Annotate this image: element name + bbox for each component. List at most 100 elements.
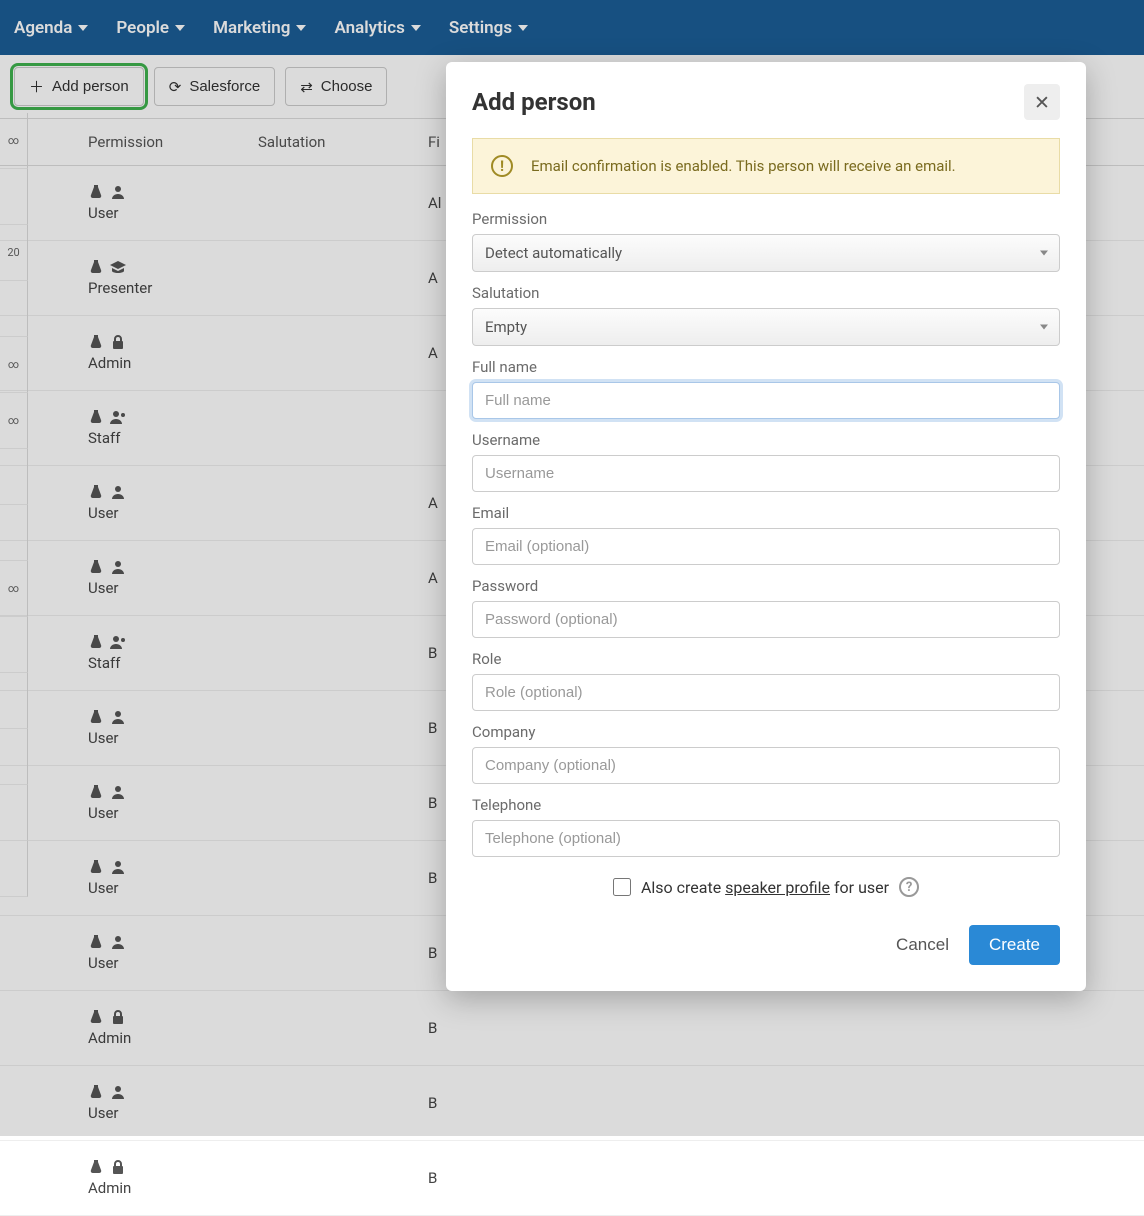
table-row[interactable]: User B — [0, 1066, 1144, 1141]
flask-icon — [88, 784, 104, 804]
salesforce-button[interactable]: ⟳ Salesforce — [154, 67, 275, 106]
permission-select[interactable]: Detect automatically — [472, 234, 1060, 272]
nav-analytics[interactable]: Analytics — [334, 18, 420, 38]
close-icon: ✕ — [1034, 91, 1050, 114]
flask-icon — [88, 184, 104, 204]
warning-icon: ! — [491, 155, 513, 177]
lock-icon — [110, 334, 126, 354]
user-icon — [110, 784, 126, 804]
flask-icon — [88, 1084, 104, 1104]
permission-label: Permission — [472, 210, 1060, 228]
choose-button[interactable]: ⇄ Choose — [285, 67, 387, 106]
close-button[interactable]: ✕ — [1024, 84, 1060, 120]
user-icon — [110, 1084, 126, 1104]
gutter-cell: ∞ — [0, 113, 28, 169]
column-salutation[interactable]: Salutation — [258, 133, 428, 151]
lock-icon — [110, 1009, 126, 1029]
gutter-cell — [0, 841, 28, 897]
user-icon — [110, 559, 126, 579]
nav-people[interactable]: People — [116, 18, 185, 38]
create-button[interactable]: Create — [969, 925, 1060, 965]
company-input[interactable] — [472, 747, 1060, 784]
speaker-profile-row: Also create speaker profile for user ? — [472, 877, 1060, 897]
grad-icon — [110, 259, 126, 279]
fullname-label: Full name — [472, 358, 1060, 376]
company-label: Company — [472, 723, 1060, 741]
flask-icon — [88, 634, 104, 654]
role-text: User — [88, 954, 119, 972]
flask-icon — [88, 1159, 104, 1179]
role-text: Admin — [88, 354, 131, 372]
role-text: Admin — [88, 1029, 131, 1047]
flask-icon — [88, 259, 104, 279]
staff-icon — [110, 409, 126, 429]
flask-icon — [88, 1009, 104, 1029]
table-row[interactable]: Admin B — [0, 991, 1144, 1066]
chevron-down-icon — [296, 25, 306, 31]
flask-icon — [88, 934, 104, 954]
chevron-down-icon — [411, 25, 421, 31]
gutter-cell — [0, 617, 28, 673]
role-text: Staff — [88, 654, 120, 672]
chevron-down-icon — [175, 25, 185, 31]
password-label: Password — [472, 577, 1060, 595]
flask-icon — [88, 484, 104, 504]
role-text: User — [88, 804, 119, 822]
email-input[interactable] — [472, 528, 1060, 565]
role-text: User — [88, 879, 119, 897]
nav-marketing[interactable]: Marketing — [213, 18, 306, 38]
speaker-profile-link[interactable]: speaker profile — [725, 878, 830, 897]
modal-footer: Cancel Create — [472, 925, 1060, 965]
user-icon — [110, 859, 126, 879]
telephone-label: Telephone — [472, 796, 1060, 814]
chevron-down-icon — [518, 25, 528, 31]
plus-icon: ＋ — [29, 76, 44, 97]
role-text: Admin — [88, 1179, 131, 1197]
email-label: Email — [472, 504, 1060, 522]
flask-icon — [88, 334, 104, 354]
password-input[interactable] — [472, 601, 1060, 638]
role-label: Role — [472, 650, 1060, 668]
fullname-input[interactable] — [472, 382, 1060, 419]
table-row[interactable]: Admin B — [0, 1141, 1144, 1216]
gutter-cell — [0, 281, 28, 337]
flask-icon — [88, 859, 104, 879]
gutter-cell — [0, 169, 28, 225]
gutter-cell: 20 — [0, 225, 28, 281]
chevron-down-icon — [78, 25, 88, 31]
first-text: B — [428, 1169, 1144, 1187]
gutter-cell — [0, 673, 28, 729]
cancel-button[interactable]: Cancel — [896, 935, 949, 955]
user-icon — [110, 184, 126, 204]
role-input[interactable] — [472, 674, 1060, 711]
gutter-cell — [0, 449, 28, 505]
role-text: User — [88, 204, 119, 222]
speaker-profile-checkbox[interactable] — [613, 878, 631, 896]
gutter-cell — [0, 505, 28, 561]
role-text: User — [88, 504, 119, 522]
add-person-modal: Add person ✕ ! Email confirmation is ena… — [446, 62, 1086, 991]
user-icon — [110, 484, 126, 504]
role-text: User — [88, 1104, 119, 1122]
help-icon[interactable]: ? — [899, 877, 919, 897]
role-text: User — [88, 729, 119, 747]
gutter-cell — [0, 729, 28, 785]
email-confirmation-alert: ! Email confirmation is enabled. This pe… — [472, 138, 1060, 194]
shuffle-icon: ⇄ — [300, 78, 313, 96]
gutter-cell: ∞ — [0, 393, 28, 449]
first-text: B — [428, 1094, 1144, 1112]
flask-icon — [88, 709, 104, 729]
salutation-select[interactable]: Empty — [472, 308, 1060, 346]
first-text: B — [428, 1019, 1144, 1037]
lock-icon — [110, 1159, 126, 1179]
flask-icon — [88, 409, 104, 429]
telephone-input[interactable] — [472, 820, 1060, 857]
nav-agenda[interactable]: Agenda — [14, 18, 88, 38]
column-permission[interactable]: Permission — [88, 133, 258, 151]
username-input[interactable] — [472, 455, 1060, 492]
nav-settings[interactable]: Settings — [449, 18, 528, 38]
role-text: Presenter — [88, 279, 152, 297]
gutter-cell — [0, 785, 28, 841]
add-person-button[interactable]: ＋ Add person — [14, 67, 144, 106]
user-icon — [110, 934, 126, 954]
